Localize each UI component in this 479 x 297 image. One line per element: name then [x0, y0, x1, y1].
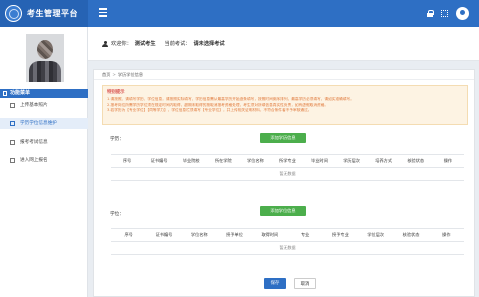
form-panel: 首页 > 学历学位信息 特别提示 1.请按照、请填写学历、学位信息，请按照实际填写，…: [93, 69, 475, 297]
sidebar-item-education[interactable]: 学历学位信息维护: [0, 118, 88, 129]
table-row: 暂无数据: [111, 167, 464, 181]
menu-icon: [3, 91, 7, 96]
notice-box: 特别提示 1.请按照、请填写学历、学位信息，请按照实际填写，学历信息需从最高学历…: [102, 85, 468, 125]
notice-title: 特别提示: [107, 90, 125, 95]
column-header: 学位名称: [239, 154, 272, 168]
current-exam: 请未选择考试: [193, 41, 225, 47]
book-icon: [10, 121, 15, 126]
education-label: 学历：: [110, 137, 124, 142]
column-header: 所学专业: [271, 154, 304, 168]
table-row: 暂无数据: [111, 241, 464, 255]
person-icon: [102, 40, 108, 47]
app-title: 考生管理平台: [27, 9, 78, 18]
column-header: 学位名称: [181, 228, 217, 242]
column-header: 核验状态: [399, 154, 432, 168]
top-right-tools: [427, 7, 469, 20]
column-header: 序号: [111, 228, 147, 242]
column-header: 证书编号: [143, 154, 176, 168]
arrow-right-icon: [10, 158, 15, 163]
sidebar-header: 功能菜单: [0, 89, 88, 98]
user-icon[interactable]: [456, 7, 469, 20]
save-button[interactable]: 保存: [264, 278, 286, 289]
welcome-bar: 欢迎你： 测试考生 当前考试： 请未选择考试: [88, 27, 479, 61]
brand: 考生管理平台: [0, 0, 88, 27]
column-header: 所在学院: [207, 154, 240, 168]
column-header: 培养方式: [367, 154, 400, 168]
column-header: 毕业时间: [303, 154, 336, 168]
empty-state: 暂无数据: [111, 241, 464, 255]
column-header: 专业: [287, 228, 323, 242]
user-name: 测试考生: [134, 41, 156, 47]
breadcrumb-current: 学历学位信息: [117, 72, 144, 77]
column-header: 毕业院校: [175, 154, 208, 168]
column-header: 学位层次: [358, 228, 394, 242]
cancel-button[interactable]: 取消: [294, 278, 316, 289]
empty-state: 暂无数据: [111, 167, 464, 181]
image-icon: [10, 103, 15, 108]
notice-line: 3.若学历为【专业学位】【同等学力】，学位信息栏须填写【专业学位】，并上传相关证…: [107, 108, 312, 112]
edit-icon: [10, 140, 15, 145]
column-header: 证书编号: [146, 228, 182, 242]
education-table: 序号 证书编号 毕业院校 所在学院 学位名称 所学专业 毕业时间 学历层次 培养…: [111, 154, 464, 181]
main-content: 欢迎你： 测试考生 当前考试： 请未选择考试 首页 > 学历学位信息 特别提示 1.…: [88, 27, 479, 297]
sidebar-item-online-signup[interactable]: 进入网上报名: [0, 155, 88, 166]
degree-label: 学位：: [110, 212, 124, 217]
degree-table: 序号 证书编号 学位名称 授予单位 取得时间 专业 授予专业 学位层次 核验状态…: [111, 228, 464, 255]
column-header: 授予专业: [322, 228, 359, 242]
column-header: 操作: [428, 228, 464, 242]
column-header: 取得时间: [252, 228, 288, 242]
sidebar-item-exam-info[interactable]: 报考考试信息: [0, 137, 88, 148]
avatar: [26, 34, 64, 82]
breadcrumb-home[interactable]: 首页: [102, 72, 110, 77]
sidebar-item-upload-photo[interactable]: 上传基本照片: [0, 100, 88, 111]
breadcrumb: 首页 > 学历学位信息: [94, 70, 474, 80]
sidebar: 功能菜单 上传基本照片 学历学位信息维护 报考考试信息 进入网上报名: [0, 27, 88, 297]
column-header: 学历层次: [335, 154, 368, 168]
column-header: 授予单位: [216, 228, 253, 242]
column-header: 操作: [431, 154, 464, 168]
add-degree-button[interactable]: 添加学位信息: [260, 206, 306, 216]
emblem-logo: [5, 5, 22, 22]
lock-icon[interactable]: [427, 10, 434, 17]
column-header: 核验状态: [393, 228, 429, 242]
top-bar: 考生管理平台: [0, 0, 479, 27]
add-education-button[interactable]: 添加学历信息: [260, 133, 306, 143]
fullscreen-icon[interactable]: [441, 10, 448, 17]
column-header: 序号: [111, 154, 144, 168]
menu-toggle-icon[interactable]: [99, 8, 107, 18]
